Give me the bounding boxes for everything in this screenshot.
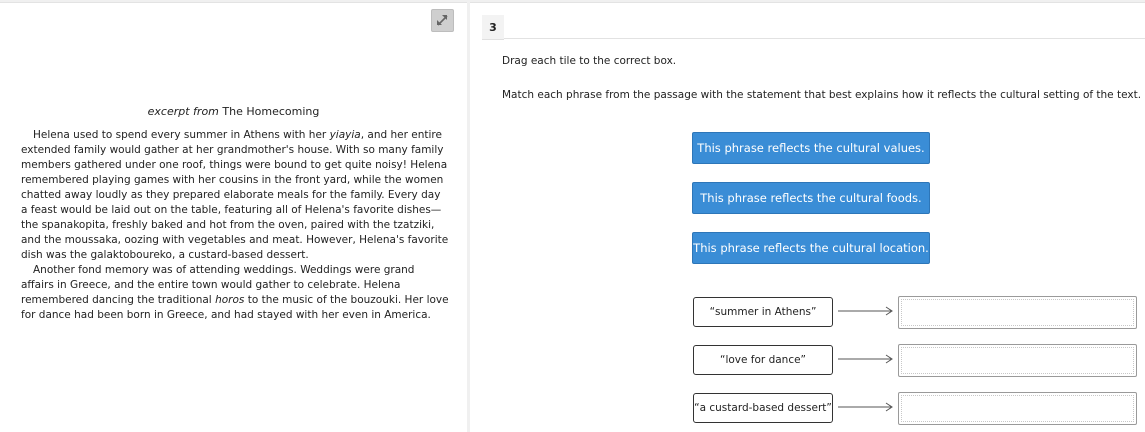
question-number: 3: [482, 15, 504, 40]
phrase-custard-dessert: “a custard-based dessert”: [693, 393, 833, 423]
passage-run: Helena used to spend every summer in Ath…: [33, 129, 330, 141]
title-text: The Homecoming: [222, 105, 320, 118]
phrase-love-for-dance: “love for dance”: [693, 345, 833, 375]
passage-text: Helena used to spend every summer in Ath…: [21, 128, 449, 323]
prompt-text: Match each phrase from the passage with …: [502, 89, 1142, 101]
question-panel: 3 Drag each tile to the correct box. Mat…: [470, 2, 1145, 432]
drop-box-3[interactable]: [898, 392, 1137, 425]
tile-cultural-values[interactable]: This phrase reflects the cultural values…: [692, 132, 930, 164]
instruction-text: Drag each tile to the correct box.: [502, 55, 677, 67]
right-arrow-icon: [838, 354, 893, 364]
expand-button[interactable]: [431, 9, 454, 32]
drop-box-2[interactable]: [898, 344, 1137, 377]
passage-paragraph-1: Helena used to spend every summer in Ath…: [21, 128, 449, 263]
passage-paragraph-2: Another fond memory was of attending wed…: [21, 263, 449, 323]
right-arrow-icon: [838, 402, 893, 412]
title-prefix: excerpt from: [147, 105, 219, 118]
drop-box-1[interactable]: [898, 296, 1137, 329]
passage-run-italic: horos: [215, 294, 245, 306]
expand-arrows-icon: [437, 15, 448, 26]
tile-cultural-foods[interactable]: This phrase reflects the cultural foods.: [692, 182, 930, 214]
header-divider: [504, 38, 1145, 39]
passage-run-italic: yiayia: [329, 129, 361, 141]
passage-title: excerpt from The Homecoming: [0, 105, 467, 118]
phrase-summer-in-athens: “summer in Athens”: [693, 297, 833, 327]
tile-cultural-location[interactable]: This phrase reflects the cultural locati…: [692, 232, 930, 264]
passage-run: , and her entire extended family would g…: [21, 129, 449, 261]
passage-panel: excerpt from The Homecoming Helena used …: [0, 2, 467, 432]
right-arrow-icon: [838, 306, 893, 316]
